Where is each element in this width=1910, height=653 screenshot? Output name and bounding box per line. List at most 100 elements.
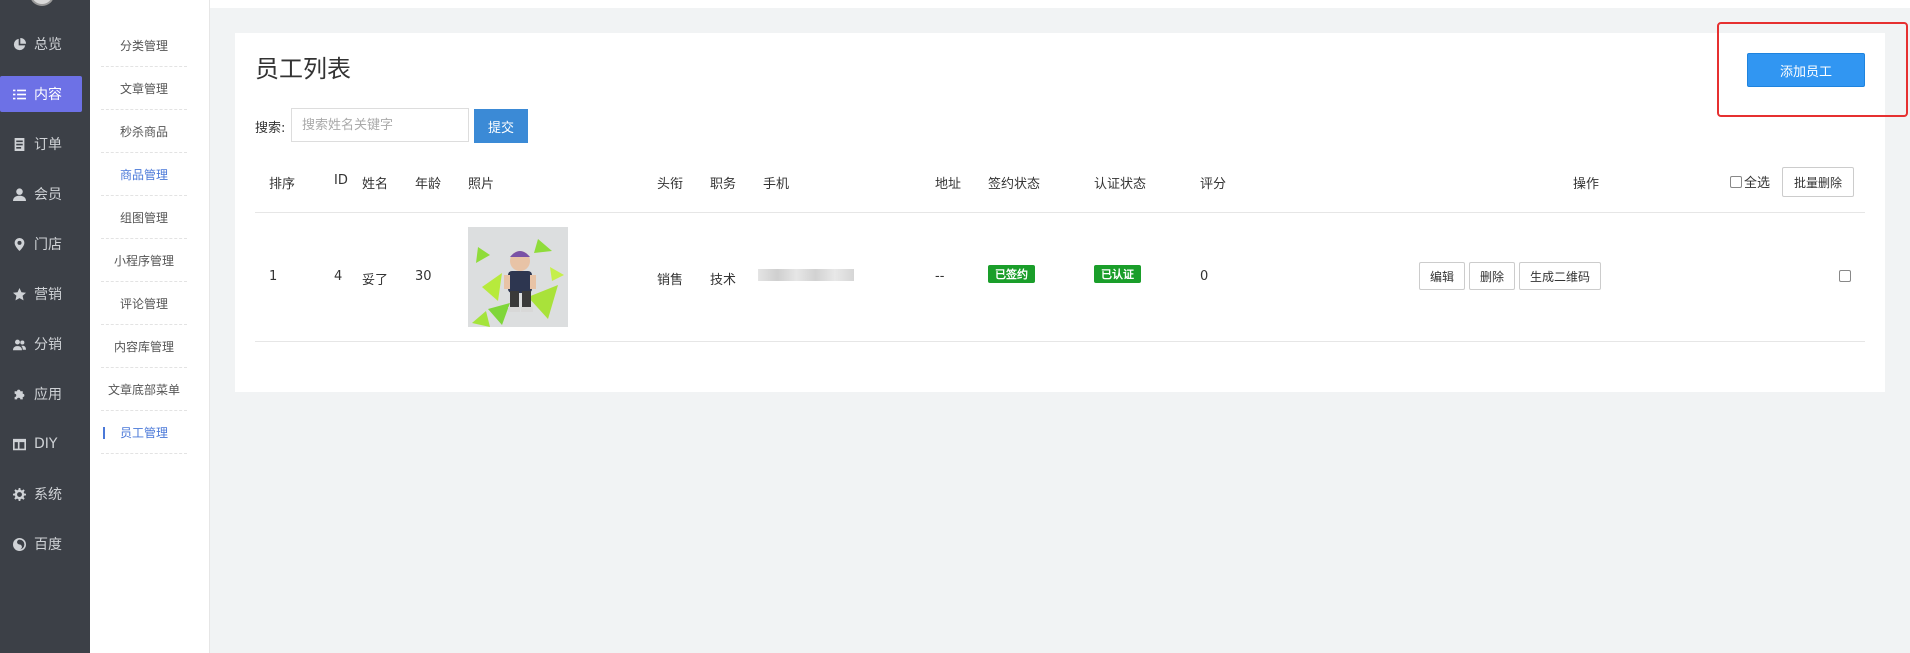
cell-order: 1 [269,269,278,284]
submenu-item-content-library[interactable]: 内容库管理 [101,325,187,368]
col-phone: 手机 [763,177,790,192]
submenu-label: 文章底部菜单 [107,382,180,397]
nav-label: 营销 [34,287,62,303]
star-icon [12,287,26,301]
submenu-label: 文章管理 [119,81,168,96]
highlight-box [1717,22,1908,117]
submenu-label: 内容库管理 [113,339,174,354]
nav-item-content[interactable]: 内容 [0,76,82,112]
nav-item-apps[interactable]: 应用 [0,376,90,412]
content-submenu: 分类管理 文章管理 秒杀商品 商品管理 组图管理 小程序管理 评论管理 内容库管… [90,0,210,653]
staff-list-panel: 员工列表 添加员工 搜索: 提交 排序 ID 姓名 年龄 照片 头衔 职务 手机… [235,33,1885,392]
user-icon [12,187,26,201]
cell-phone-redacted [758,269,854,281]
submenu-item-gallery[interactable]: 组图管理 [101,196,187,239]
submenu-item-article-footer-menu[interactable]: 文章底部菜单 [101,368,187,411]
submenu-item-category[interactable]: 分类管理 [101,24,187,67]
cell-id: 4 [334,269,343,284]
nav-item-stores[interactable]: 门店 [0,226,90,262]
col-actions: 操作 [1573,177,1600,192]
col-age: 年龄 [415,177,442,192]
submenu-label: 评论管理 [119,296,168,311]
nav-label: 系统 [34,487,62,503]
delete-button[interactable]: 删除 [1469,262,1515,290]
col-id: ID [334,173,348,188]
nav-label: 分销 [34,337,62,353]
gear-icon [12,487,26,501]
nav-item-marketing[interactable]: 营销 [0,276,90,312]
cell-address: -- [935,269,945,284]
nav-item-system[interactable]: 系统 [0,476,90,512]
col-order: 排序 [269,177,296,192]
submenu-label: 秒杀商品 [119,124,168,139]
nav-label: 应用 [34,387,62,403]
submit-button[interactable]: 提交 [474,109,528,143]
submenu-item-staff[interactable]: 员工管理 [101,411,187,454]
cell-score: 0 [1200,269,1209,284]
search-label: 搜索: [255,121,286,136]
photo-image [468,227,568,327]
select-all-checkbox[interactable]: 全选 [1730,172,1770,191]
submenu-label: 分类管理 [119,38,168,53]
location-pin-icon [12,237,26,251]
nav-label: DIY [34,436,58,452]
nav-item-orders[interactable]: 订单 [0,126,90,162]
staff-photo[interactable] [468,227,568,327]
submenu-label: 组图管理 [119,210,168,225]
row-divider [255,341,1865,342]
sign-status-badge: 已签约 [988,265,1035,283]
col-auth-status: 认证状态 [1094,177,1147,192]
active-indicator [103,427,105,439]
submenu-item-comments[interactable]: 评论管理 [101,282,187,325]
users-icon [12,337,26,351]
nav-item-distribution[interactable]: 分销 [0,326,90,362]
col-position: 职务 [710,177,737,192]
nav-item-members[interactable]: 会员 [0,176,90,212]
cell-title: 销售 [657,273,684,288]
edit-button[interactable]: 编辑 [1419,262,1465,290]
cell-position: 技术 [710,273,737,288]
main-sidebar: 总览 内容 订单 会员 门店 营销 分销 应用 DIY 系统 百度 [0,0,90,653]
nav-item-baidu[interactable]: 百度 [0,526,90,562]
submenu-label: 小程序管理 [113,253,174,268]
cell-age: 30 [415,269,432,284]
nav-label: 总览 [34,37,62,53]
top-strip [210,0,1910,8]
page-title: 员工列表 [255,55,351,83]
document-icon [12,137,26,151]
submenu-item-miniprogram[interactable]: 小程序管理 [101,239,187,282]
header-divider [255,212,1865,213]
select-all-label: 全选 [1744,176,1771,191]
pie-chart-icon [12,37,26,51]
nav-label: 订单 [34,137,62,153]
submenu-item-articles[interactable]: 文章管理 [101,67,187,110]
nav-item-overview[interactable]: 总览 [0,26,90,62]
avatar[interactable] [30,0,54,6]
puzzle-icon [12,387,26,401]
row-checkbox[interactable] [1839,270,1851,282]
col-title: 头衔 [657,177,684,192]
search-input[interactable] [291,108,469,142]
submenu-item-flash-sale[interactable]: 秒杀商品 [101,110,187,153]
col-score: 评分 [1200,177,1227,192]
nav-label: 百度 [34,537,62,553]
col-sign-status: 签约状态 [988,177,1041,192]
layout-icon [12,437,26,451]
col-photo: 照片 [468,177,495,192]
baidu-icon [12,537,26,551]
generate-qrcode-button[interactable]: 生成二维码 [1519,262,1601,290]
checkbox-box[interactable] [1730,175,1742,188]
list-icon [12,87,26,101]
nav-label: 门店 [34,237,62,253]
cell-name: 妥了 [362,273,389,288]
bulk-delete-button[interactable]: 批量删除 [1782,167,1854,197]
nav-label: 会员 [34,187,62,203]
submenu-item-goods[interactable]: 商品管理 [101,153,187,196]
col-name: 姓名 [362,177,389,192]
submenu-label: 商品管理 [119,167,168,182]
nav-item-diy[interactable]: DIY [0,426,90,462]
submenu-label: 员工管理 [119,425,168,440]
nav-label: 内容 [34,87,62,103]
col-address: 地址 [935,177,962,192]
auth-status-badge: 已认证 [1094,265,1141,283]
